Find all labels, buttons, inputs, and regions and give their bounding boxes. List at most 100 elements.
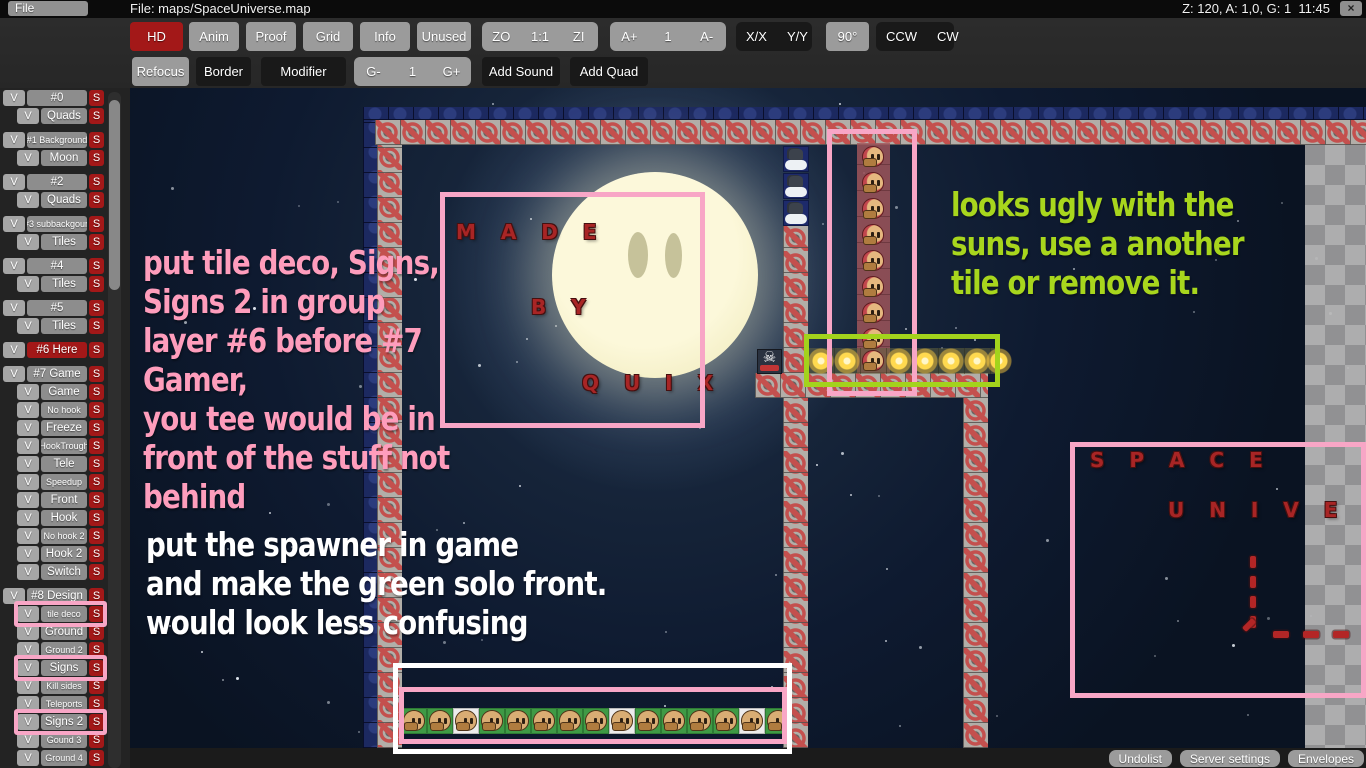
undolist-button[interactable]: Undolist — [1109, 750, 1172, 767]
layer-solo-button[interactable]: S — [89, 696, 104, 712]
info-button[interactable]: Info — [360, 22, 410, 51]
grid-button[interactable]: Grid — [303, 22, 353, 51]
layer-solo-button[interactable]: S — [89, 300, 104, 316]
layer-row[interactable]: V#8 DesignS — [3, 588, 104, 604]
layer-solo-button[interactable]: S — [89, 108, 104, 124]
layer-row[interactable]: VMoonS — [17, 150, 104, 166]
layer-solo-button[interactable]: S — [89, 606, 104, 622]
layer-label[interactable]: Quads — [41, 192, 87, 208]
layer-row[interactable]: V#5S — [3, 300, 104, 316]
layer-solo-button[interactable]: S — [89, 402, 104, 418]
layer-label[interactable]: Tiles — [41, 276, 87, 292]
layer-label[interactable]: Switch — [41, 564, 87, 580]
layer-label[interactable]: Freeze — [41, 420, 87, 436]
envelopes-button[interactable]: Envelopes — [1288, 750, 1364, 767]
layer-solo-button[interactable]: S — [89, 642, 104, 658]
layer-row[interactable]: Vtile decoS — [17, 606, 104, 622]
layer-row[interactable]: VHook 2S — [17, 546, 104, 562]
layer-visible-toggle[interactable]: V — [17, 402, 39, 418]
anim-faster-button[interactable]: A+ — [610, 22, 649, 51]
rotate-90-button[interactable]: 90° — [826, 22, 869, 51]
add-sound-button[interactable]: Add Sound — [482, 57, 560, 86]
layer-solo-button[interactable]: S — [89, 564, 104, 580]
sidebar-scrollbar-handle[interactable] — [109, 100, 120, 290]
layer-visible-toggle[interactable]: V — [17, 624, 39, 640]
layer-label[interactable]: Signs — [41, 660, 87, 676]
border-button[interactable]: Border — [196, 57, 251, 86]
layer-row[interactable]: VSwitchS — [17, 564, 104, 580]
flip-y-button[interactable]: Y/Y — [777, 22, 818, 51]
layer-label[interactable]: #0 — [27, 90, 87, 106]
map-canvas[interactable]: ☠ M A D E B Y Q U I X S P A C E U N I V … — [130, 88, 1366, 768]
layer-solo-button[interactable]: S — [89, 714, 104, 730]
file-menu-button[interactable]: File — [8, 1, 88, 16]
layer-solo-button[interactable]: S — [89, 438, 104, 454]
layer-visible-toggle[interactable]: V — [17, 714, 39, 730]
layer-visible-toggle[interactable]: V — [17, 276, 39, 292]
layer-solo-button[interactable]: S — [89, 732, 104, 748]
layer-label[interactable]: #1 Background — [27, 132, 87, 148]
layer-row[interactable]: VQuadsS — [17, 192, 104, 208]
layer-visible-toggle[interactable]: V — [3, 258, 25, 274]
layer-row[interactable]: VGround 2S — [17, 642, 104, 658]
layer-visible-toggle[interactable]: V — [17, 642, 39, 658]
layer-label[interactable]: #5 — [27, 300, 87, 316]
layer-solo-button[interactable]: S — [89, 384, 104, 400]
zoom-reset-button[interactable]: 1:1 — [521, 22, 560, 51]
layer-row[interactable]: VGround 4S — [17, 750, 104, 766]
layer-solo-button[interactable]: S — [89, 90, 104, 106]
layer-label[interactable]: HookTrough — [41, 438, 87, 454]
layer-solo-button[interactable]: S — [89, 366, 104, 382]
layer-solo-button[interactable]: S — [89, 474, 104, 490]
layer-visible-toggle[interactable]: V — [17, 492, 39, 508]
layer-label[interactable]: #8 Design — [27, 588, 87, 604]
layer-solo-button[interactable]: S — [89, 318, 104, 334]
layer-solo-button[interactable]: S — [89, 624, 104, 640]
layer-row[interactable]: VSigns 2S — [17, 714, 104, 730]
layer-visible-toggle[interactable]: V — [17, 438, 39, 454]
layer-solo-button[interactable]: S — [89, 546, 104, 562]
layer-solo-button[interactable]: S — [89, 528, 104, 544]
zoom-in-button[interactable]: ZI — [559, 22, 598, 51]
layer-solo-button[interactable]: S — [89, 510, 104, 526]
layer-visible-toggle[interactable]: V — [17, 420, 39, 436]
grid-minus-button[interactable]: G- — [354, 57, 393, 86]
layer-label[interactable]: Ground — [41, 624, 87, 640]
layer-visible-toggle[interactable]: V — [17, 108, 39, 124]
layer-row[interactable]: V#3 subbackgounS — [3, 216, 104, 232]
layer-label[interactable]: Tele — [41, 456, 87, 472]
flip-x-button[interactable]: X/X — [736, 22, 777, 51]
ccw-button[interactable]: CCW — [876, 22, 927, 51]
layer-solo-button[interactable]: S — [89, 216, 104, 232]
layer-visible-toggle[interactable]: V — [17, 660, 39, 676]
anim-slower-button[interactable]: A- — [687, 22, 726, 51]
layer-visible-toggle[interactable]: V — [3, 216, 25, 232]
layer-row[interactable]: V#2S — [3, 174, 104, 190]
layer-visible-toggle[interactable]: V — [3, 174, 25, 190]
layer-solo-button[interactable]: S — [89, 750, 104, 766]
layer-row[interactable]: VFreezeS — [17, 420, 104, 436]
layer-label[interactable]: Tiles — [41, 318, 87, 334]
layer-visible-toggle[interactable]: V — [17, 564, 39, 580]
layer-row[interactable]: VQuadsS — [17, 108, 104, 124]
layer-label[interactable]: Hook 2 — [41, 546, 87, 562]
proof-button[interactable]: Proof — [246, 22, 296, 51]
layer-row[interactable]: VNo hook 2S — [17, 528, 104, 544]
modifier-button[interactable]: Modifier — [261, 57, 346, 86]
layer-solo-button[interactable]: S — [89, 588, 104, 604]
layer-row[interactable]: V#7 GameS — [3, 366, 104, 382]
layer-visible-toggle[interactable]: V — [17, 234, 39, 250]
layer-label[interactable]: Front — [41, 492, 87, 508]
layer-solo-button[interactable]: S — [89, 234, 104, 250]
grid-plus-button[interactable]: G+ — [432, 57, 471, 86]
layer-label[interactable]: #6 Here — [27, 342, 87, 358]
layer-row[interactable]: VGroundS — [17, 624, 104, 640]
layer-label[interactable]: Speedup — [41, 474, 87, 490]
layer-label[interactable]: Kill sides — [41, 678, 87, 694]
layer-solo-button[interactable]: S — [89, 678, 104, 694]
layer-row[interactable]: VHookTroughS — [17, 438, 104, 454]
layer-row[interactable]: VTilesS — [17, 234, 104, 250]
layer-visible-toggle[interactable]: V — [17, 732, 39, 748]
layer-row[interactable]: V#0S — [3, 90, 104, 106]
layer-label[interactable]: #2 — [27, 174, 87, 190]
